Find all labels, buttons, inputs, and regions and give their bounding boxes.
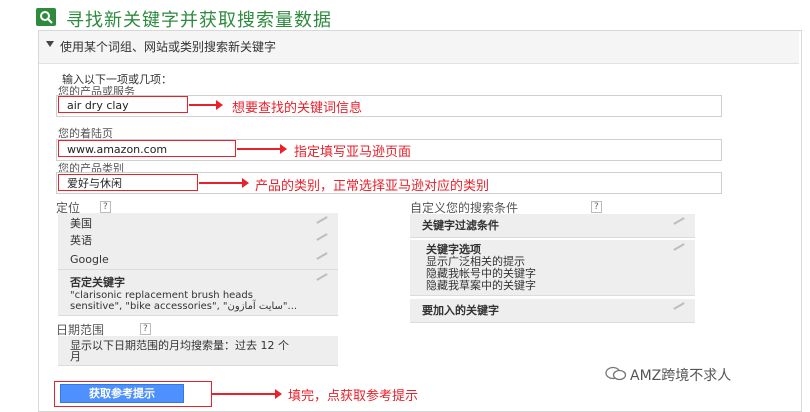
get-ideas-button[interactable]: 获取参考提示 [60, 384, 184, 403]
annotation-product: 想要查找的关键词信息 [232, 101, 363, 116]
wechat-icon [604, 365, 628, 381]
date-range-card[interactable]: 显示以下日期范围的月均搜索量：过去 12 个月 [58, 336, 338, 366]
arrow-icon [212, 389, 282, 399]
annotation-category: 产品的类别，正常选择亚马逊对应的类别 [255, 179, 490, 194]
help-icon[interactable]: ? [100, 201, 111, 213]
search-icon [36, 8, 56, 26]
keywords-to-include-item[interactable]: 要加入的关键字 [410, 299, 695, 323]
targeting-item-language[interactable]: 英语 [58, 230, 338, 251]
arrow-icon [189, 100, 223, 110]
targeting-item-network[interactable]: Google [58, 249, 338, 270]
landing-input[interactable]: www.amazon.com [58, 140, 236, 157]
annotation-landing: 指定填写亚马逊页面 [294, 145, 412, 160]
category-input[interactable]: 爱好与休闲 [58, 174, 198, 191]
negative-keywords-title: 否定关键字 [70, 276, 125, 289]
date-range-text: 显示以下日期范围的月均搜索量：过去 12 个月 [70, 339, 289, 363]
help-icon[interactable]: ? [140, 323, 151, 335]
product-input[interactable]: air dry clay [58, 96, 188, 113]
negative-keywords-card[interactable]: 否定关键字 "clarisonic replacement brush head… [58, 270, 338, 316]
section-title[interactable]: 使用某个词组、网站或类别搜索新关键字 [60, 38, 276, 55]
keyword-options-card[interactable]: 关键字选项 显示广泛相关的提示 隐藏我帐号中的关键字 隐藏我草案中的关键字 [410, 240, 695, 296]
keyword-option: 隐藏我草案中的关键字 [426, 279, 536, 292]
arrow-icon [199, 178, 249, 188]
watermark: AMZ跨境不求人 [630, 368, 732, 384]
negative-keywords-text: "clarisonic replacement brush heads sens… [70, 290, 298, 312]
keyword-filter-item[interactable]: 关键字过滤条件 [410, 214, 695, 238]
help-icon[interactable]: ? [591, 201, 602, 213]
page-title: 寻找新关键字并获取搜索量数据 [66, 10, 332, 31]
triangle-down-icon[interactable] [46, 41, 54, 47]
arrow-icon [237, 144, 287, 154]
annotation-submit: 填完，点获取参考提示 [288, 389, 419, 404]
